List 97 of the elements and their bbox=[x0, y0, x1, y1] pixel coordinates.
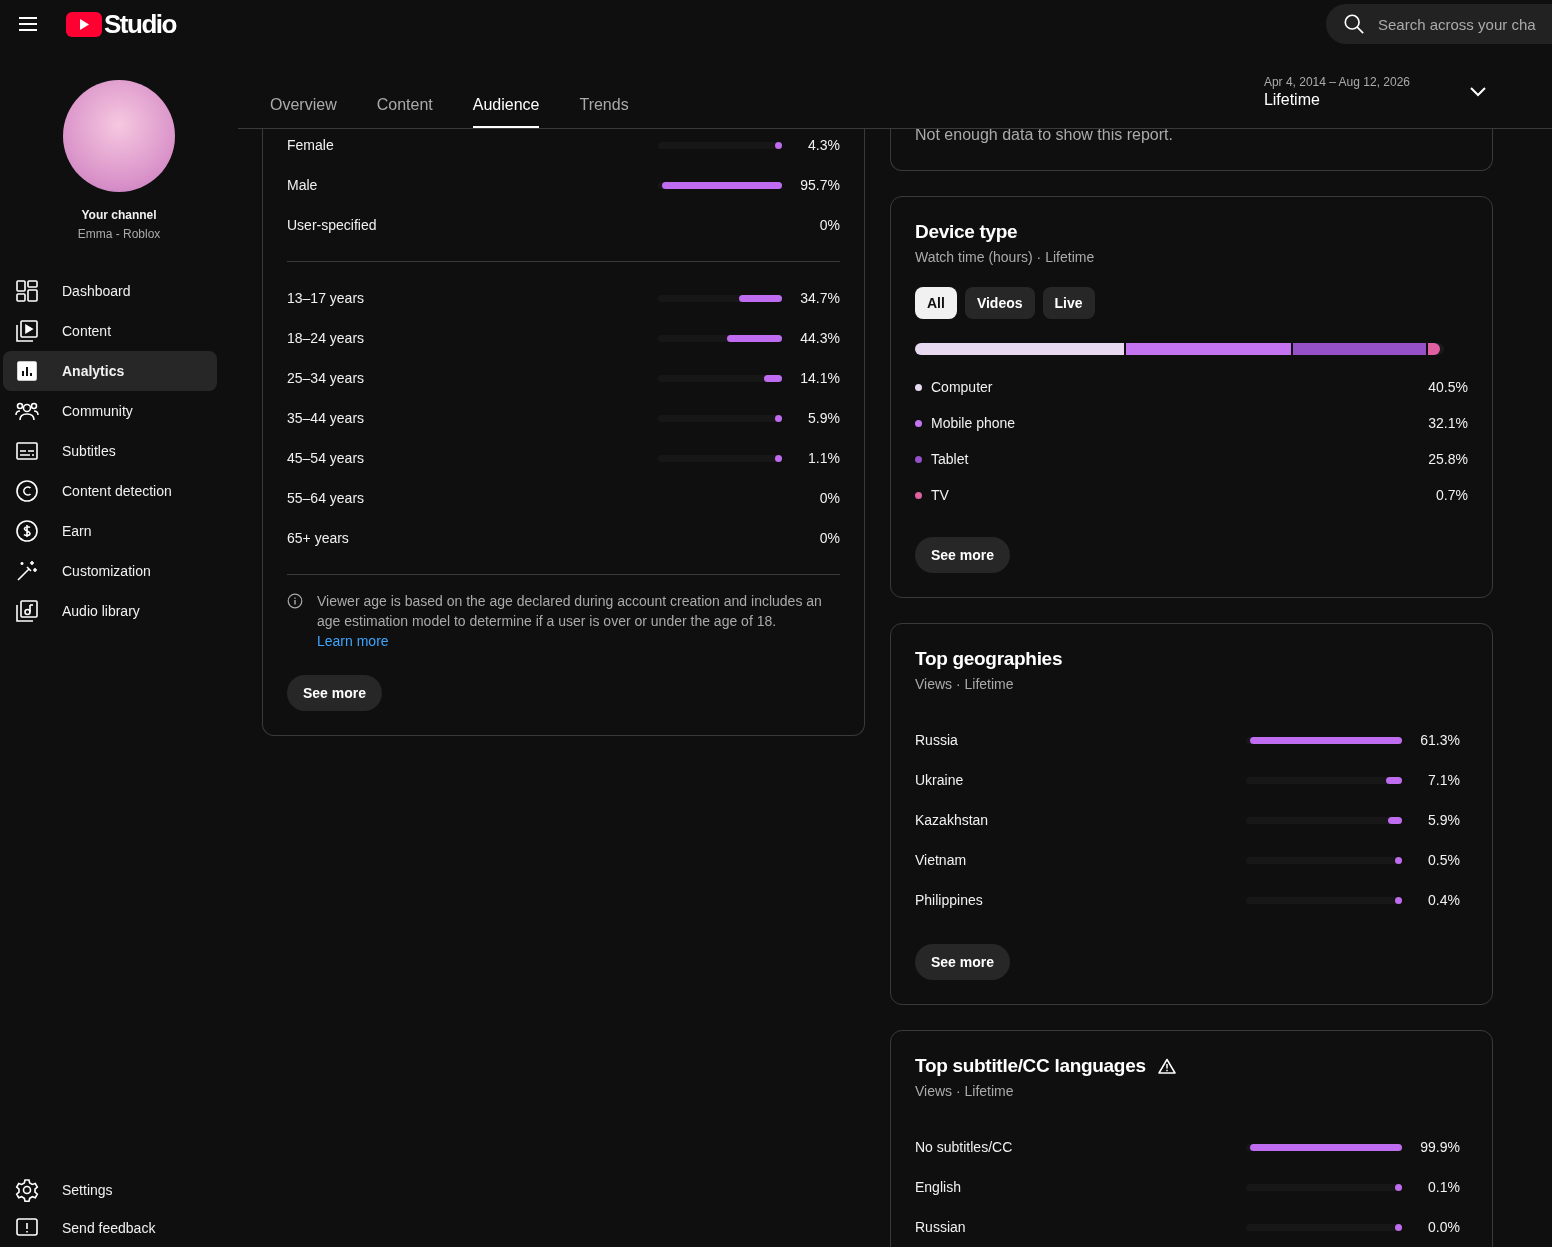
search-field[interactable]: Search across your cha bbox=[1326, 4, 1552, 44]
channel-title: Your channel bbox=[81, 208, 157, 222]
analytics-icon bbox=[15, 359, 39, 383]
sidebar-item[interactable]: Earn bbox=[3, 511, 217, 551]
sidebar-item[interactable]: Dashboard bbox=[3, 271, 217, 311]
row-value: 1.1% bbox=[807, 450, 840, 466]
content-icon bbox=[15, 319, 39, 343]
search-icon bbox=[1343, 13, 1365, 35]
warning-icon bbox=[1157, 1058, 1176, 1074]
row-value: 44.3% bbox=[799, 330, 840, 346]
see-more-button[interactable]: See more bbox=[287, 675, 383, 711]
card-subtitle: Watch time (hours) · Lifetime bbox=[915, 249, 1096, 265]
row-label: Kazakhstan bbox=[915, 812, 990, 828]
row-value: 0.7% bbox=[1435, 487, 1468, 503]
row-value: 0.4% bbox=[1427, 892, 1460, 908]
row-value: 34.7% bbox=[799, 290, 840, 306]
row-value: 0.0% bbox=[1427, 1219, 1460, 1235]
row-label: Male bbox=[287, 177, 319, 193]
row-label: No subtitles/CC bbox=[915, 1139, 1014, 1155]
row-value: 99.9% bbox=[1419, 1139, 1460, 1155]
sidebar-item[interactable]: Audio library bbox=[3, 591, 217, 631]
sidebar-item[interactable]: Content detection bbox=[3, 471, 217, 511]
analytics-tab[interactable]: Audience bbox=[472, 96, 540, 128]
see-more-button[interactable]: See more bbox=[915, 944, 1011, 980]
row-value: 0% bbox=[818, 217, 840, 233]
row-label: User-specified bbox=[287, 217, 378, 233]
row-label: Vietnam bbox=[915, 852, 968, 868]
card-subtitle: Views · Lifetime bbox=[915, 1083, 1015, 1099]
row-label: Russia bbox=[915, 732, 959, 748]
copyright-icon bbox=[15, 479, 39, 503]
channel-name: Emma - Roblox bbox=[77, 227, 161, 241]
sidebar-item[interactable]: Analytics bbox=[3, 351, 217, 391]
row-label: 55–64 years bbox=[287, 490, 366, 506]
row-value: 40.5% bbox=[1427, 379, 1468, 395]
row-value: 0% bbox=[818, 530, 840, 546]
card-subtitle: Views · Lifetime bbox=[915, 676, 1015, 692]
filter-chip[interactable]: All bbox=[915, 287, 957, 319]
sidebar-item[interactable]: Subtitles bbox=[3, 431, 217, 471]
sidebar-item[interactable]: Community bbox=[3, 391, 217, 431]
see-more-button[interactable]: See more bbox=[915, 537, 1011, 573]
analytics-tab[interactable]: Content bbox=[376, 96, 433, 128]
row-label: Ukraine bbox=[915, 772, 965, 788]
card-title: Top subtitle/CC languages bbox=[915, 1055, 1146, 1077]
settings-icon bbox=[15, 1178, 39, 1202]
wand-icon bbox=[15, 559, 39, 583]
date-range: Apr 4, 2014 – Aug 12, 2026 bbox=[1263, 75, 1410, 89]
row-label: Female bbox=[287, 137, 335, 153]
date-range-picker[interactable]: Apr 4, 2014 – Aug 12, 2026 Lifetime bbox=[1263, 75, 1486, 109]
sidebar-item[interactable]: Content bbox=[3, 311, 217, 351]
row-label: 25–34 years bbox=[287, 370, 366, 386]
filter-chip[interactable]: Live bbox=[1042, 287, 1095, 319]
row-value: 4.3% bbox=[807, 137, 840, 153]
row-value: 0.1% bbox=[1427, 1179, 1460, 1195]
row-label: 13–17 years bbox=[287, 290, 366, 306]
row-label: Mobile phone bbox=[931, 415, 1017, 431]
play-logo-icon bbox=[66, 11, 102, 37]
row-value: 7.1% bbox=[1427, 772, 1460, 788]
row-label: 35–44 years bbox=[287, 410, 366, 426]
row-label: English bbox=[915, 1179, 962, 1195]
menu-icon bbox=[18, 16, 38, 32]
row-value: 5.9% bbox=[807, 410, 840, 426]
row-label: TV bbox=[931, 487, 950, 503]
note-text: Viewer age is based on the age declared during account creation and includes an age estimation model to determine if a user is over or under the age of 18. bbox=[317, 593, 822, 629]
audio-icon bbox=[15, 599, 39, 623]
learn-more-link[interactable]: Learn more bbox=[317, 631, 389, 651]
row-label: Russian bbox=[915, 1219, 967, 1235]
card-title: Device type bbox=[915, 221, 1019, 243]
row-value: 61.3% bbox=[1419, 732, 1460, 748]
row-value: 5.9% bbox=[1427, 812, 1460, 828]
logo-text: Studio bbox=[104, 8, 176, 40]
studio-logo[interactable]: Studio bbox=[66, 8, 176, 40]
analytics-tab[interactable]: Trends bbox=[579, 96, 629, 128]
row-label: Philippines bbox=[915, 892, 984, 908]
row-label: 45–54 years bbox=[287, 450, 366, 466]
filter-chip[interactable]: Videos bbox=[964, 287, 1035, 319]
subtitles-icon bbox=[15, 439, 39, 463]
info-icon bbox=[287, 593, 303, 609]
row-label: Tablet bbox=[931, 451, 970, 467]
chevron-down-icon bbox=[1470, 87, 1486, 97]
sidebar-item[interactable]: Customization bbox=[3, 551, 217, 591]
earn-icon bbox=[15, 519, 39, 543]
empty-message: Not enough data to show this report. bbox=[915, 129, 1174, 144]
sidebar-item[interactable]: Send feedback bbox=[3, 1209, 217, 1247]
row-value: 32.1% bbox=[1427, 415, 1468, 431]
row-value: 0% bbox=[818, 490, 840, 506]
row-label: 18–24 years bbox=[287, 330, 366, 346]
row-label: Computer bbox=[931, 379, 994, 395]
card-title: Top geographies bbox=[915, 648, 1064, 670]
row-value: 95.7% bbox=[799, 177, 840, 193]
row-value: 25.8% bbox=[1427, 451, 1468, 467]
row-value: 14.1% bbox=[799, 370, 840, 386]
row-label: 65+ years bbox=[287, 530, 350, 546]
date-period: Lifetime bbox=[1263, 91, 1321, 109]
analytics-tab[interactable]: Overview bbox=[270, 96, 337, 128]
dashboard-icon bbox=[15, 279, 39, 303]
row-value: 0.5% bbox=[1427, 852, 1460, 868]
sidebar-item[interactable]: Settings bbox=[3, 1171, 217, 1209]
